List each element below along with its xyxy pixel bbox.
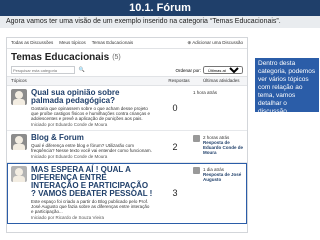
plus-icon: ⊕ [187, 40, 192, 45]
topic-excerpt: Gostaria que opinassem sobre o que acham… [31, 106, 151, 121]
table-row-highlighted[interactable]: MAS ESPERA AÍ ! QUAL A DIFERENÇA ENTRE I… [7, 163, 247, 224]
category-title: Temas Educacionais (5) [7, 49, 247, 64]
last-activity-time: 1 hora atrás [193, 90, 218, 95]
avatar [193, 135, 200, 142]
avatar [11, 166, 27, 182]
col-replies: Respostas [168, 78, 190, 83]
last-activity: 2 horas atrás Resposta de Eduardo Conde … [193, 131, 247, 162]
search-row: 🔍 Ordenar por: Últimas atividades [7, 64, 247, 76]
topic-cell: MAS ESPERA AÍ ! QUAL A DIFERENÇA ENTRE I… [7, 163, 157, 223]
topic-count: (5) [112, 54, 121, 61]
topic-excerpt: Qual é diferença entre blog e fórum? Uti… [31, 143, 152, 153]
topic-cell: Blog & Forum Qual é diferença entre blog… [7, 131, 157, 162]
last-activity: 1 hora atrás [193, 86, 247, 130]
topic-cell: Qual sua opinião sobre palmada pedagógic… [7, 86, 157, 130]
topic-excerpt: Este espaço foi criado a partir do Blog … [31, 199, 150, 214]
col-last-activity: Últimas atividades [203, 78, 240, 83]
topic-author: Iniciado por Eduardo Conde de Moura [31, 154, 108, 159]
col-topics: Tópicos [11, 78, 27, 83]
topic-author: Iniciado por Eduardo Conde de Moura [31, 122, 108, 127]
note-box: Dentro desta categoria, podemos ver vári… [255, 58, 319, 123]
reply-count: 2 [172, 141, 178, 152]
search-icon[interactable]: 🔍 [78, 66, 86, 74]
avatar [11, 134, 27, 150]
last-activity-by[interactable]: Resposta de Eduardo Conde de Moura [203, 140, 247, 155]
table-row[interactable]: Qual sua opinião sobre palmada pedagógic… [7, 86, 247, 131]
topic-author: Iniciado por Ricardo de Souza Vieira [31, 215, 104, 220]
topic-title[interactable]: MAS ESPERA AÍ ! QUAL A DIFERENÇA ENTRE I… [31, 166, 153, 198]
avatar [193, 167, 200, 174]
intro-text: Agora vamos ter uma visão de um exemplo … [0, 16, 320, 28]
table-row[interactable]: Blog & Forum Qual é diferença entre blog… [7, 131, 247, 163]
reply-count: 0 [172, 103, 178, 113]
reply-count: 3 [172, 188, 178, 198]
last-activity-by[interactable]: Resposta de José Augusto [203, 172, 247, 182]
forum-panel: Todas as Discussões Meus tópicos Temas E… [6, 37, 248, 233]
tab-educational-themes[interactable]: Temas Educacionais [92, 40, 133, 46]
order-label: Ordenar por: [175, 67, 201, 73]
add-discussion-button[interactable]: ⊕ Adicionar uma Discussão [187, 40, 243, 46]
topic-title[interactable]: Blog & Forum [31, 134, 153, 142]
order-select[interactable]: Últimas atividades [203, 66, 243, 74]
tab-my-topics[interactable]: Meus tópicos [59, 40, 86, 46]
add-discussion-label: Adicionar uma Discussão [192, 40, 243, 45]
search-input[interactable] [11, 66, 75, 74]
table-header: Tópicos Respostas Últimas atividades [7, 76, 247, 86]
slide-title: 10.1. Fórum [0, 0, 320, 16]
category-name: Temas Educacionais [11, 52, 110, 63]
tab-all-discussions[interactable]: Todas as Discussões [11, 40, 53, 46]
order-control: Ordenar por: Últimas atividades [175, 66, 243, 74]
avatar [11, 89, 27, 105]
last-activity: 1 dia atrás Resposta de José Augusto [193, 163, 247, 223]
topic-title[interactable]: Qual sua opinião sobre palmada pedagógic… [31, 89, 153, 105]
